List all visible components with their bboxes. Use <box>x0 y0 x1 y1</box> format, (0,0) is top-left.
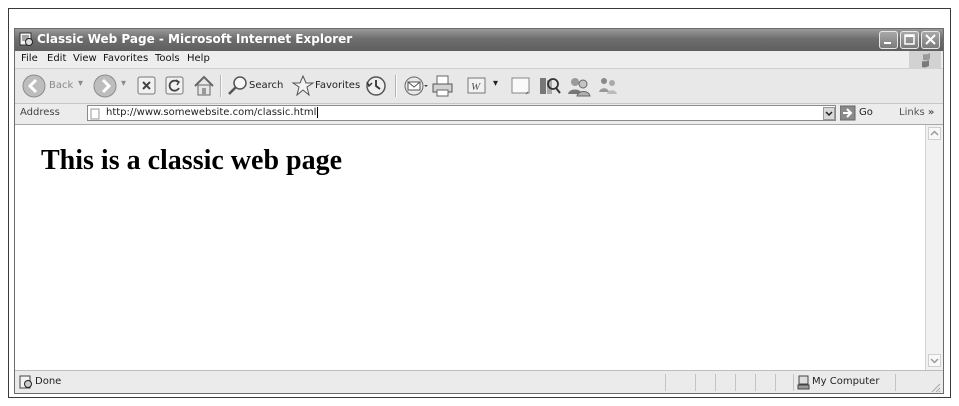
address-bar: Address http://www.somewebsite.com/class… <box>15 104 943 125</box>
back-dropdown-icon[interactable]: ▾ <box>78 78 83 89</box>
toolbar-separator <box>395 75 397 97</box>
forward-icon[interactable] <box>92 73 118 99</box>
contacts-icon[interactable] <box>596 74 622 98</box>
favorites-star-icon[interactable] <box>291 74 315 98</box>
discuss-icon[interactable] <box>511 76 531 96</box>
my-computer-icon <box>797 375 810 390</box>
menu-view[interactable]: View <box>73 53 97 64</box>
security-zone: My Computer <box>812 376 880 387</box>
status-bar: Done My Computer <box>15 370 943 393</box>
status-divider <box>735 374 736 391</box>
title-bar[interactable]: Classic Web Page - Microsoft Internet Ex… <box>15 29 943 51</box>
scroll-down-icon <box>930 358 939 364</box>
status-divider <box>895 374 896 391</box>
search-icon[interactable] <box>227 75 249 97</box>
status-divider <box>715 374 716 391</box>
maximize-icon <box>904 34 915 45</box>
page-heading: This is a classic web page <box>41 145 343 176</box>
minimize-button[interactable] <box>879 31 898 49</box>
address-url[interactable]: http://www.somewebsite.com/classic.html <box>106 107 316 118</box>
scroll-up-icon <box>930 130 939 136</box>
mail-icon[interactable] <box>403 74 429 98</box>
status-divider <box>665 374 666 391</box>
page-content: This is a classic web page <box>15 125 925 370</box>
vertical-scrollbar[interactable] <box>925 125 943 370</box>
status-divider <box>755 374 756 391</box>
refresh-icon[interactable] <box>165 76 185 96</box>
links-label[interactable]: Links <box>899 107 925 118</box>
go-arrow-icon <box>840 105 856 121</box>
edit-dropdown-icon[interactable]: ▾ <box>493 78 498 89</box>
links-toolbar[interactable]: Links » <box>899 107 934 118</box>
chevron-right-icon[interactable]: » <box>928 107 934 118</box>
history-icon[interactable] <box>364 74 388 98</box>
close-button[interactable] <box>921 31 940 49</box>
status-divider <box>775 374 776 391</box>
home-icon[interactable] <box>192 74 216 98</box>
scroll-up-button[interactable] <box>928 127 941 140</box>
search-label[interactable]: Search <box>249 80 283 91</box>
address-label: Address <box>20 107 60 118</box>
address-dropdown-button[interactable] <box>823 107 835 120</box>
stop-icon[interactable] <box>137 76 157 96</box>
status-divider <box>793 374 794 391</box>
window-title: Classic Web Page - Microsoft Internet Ex… <box>37 32 353 46</box>
page-favicon-icon <box>90 108 100 120</box>
menu-bar: File Edit View Favorites Tools Help <box>15 51 943 69</box>
go-label[interactable]: Go <box>859 107 873 118</box>
menu-edit[interactable]: Edit <box>47 53 66 64</box>
minimize-icon <box>884 42 891 44</box>
status-text: Done <box>35 376 62 387</box>
browser-window: Classic Web Page - Microsoft Internet Ex… <box>14 28 944 394</box>
research-icon[interactable] <box>537 74 561 98</box>
back-label[interactable]: Back <box>49 80 73 91</box>
status-divider <box>695 374 696 391</box>
messenger-icon[interactable] <box>566 74 592 98</box>
favorites-label[interactable]: Favorites <box>315 80 360 91</box>
go-button[interactable]: Go <box>840 105 886 122</box>
text-caret <box>317 107 319 118</box>
menu-file[interactable]: File <box>21 53 38 64</box>
chevron-down-icon <box>825 111 833 117</box>
menu-tools[interactable]: Tools <box>155 53 180 64</box>
svg-text:W: W <box>471 81 481 93</box>
ie-page-icon <box>19 32 33 46</box>
windows-logo-icon <box>909 51 941 69</box>
word-edit-icon[interactable]: W <box>467 76 487 96</box>
forward-dropdown-icon[interactable]: ▾ <box>121 78 126 89</box>
scroll-down-button[interactable] <box>928 354 941 367</box>
resize-grip-icon[interactable] <box>929 381 941 393</box>
address-input[interactable]: http://www.somewebsite.com/classic.html <box>87 105 836 121</box>
close-icon <box>925 34 936 45</box>
standard-toolbar: Back ▾ ▾ Search Favorites W ▾ <box>15 69 943 104</box>
print-icon[interactable] <box>431 74 455 98</box>
toolbar-separator <box>220 75 222 97</box>
back-icon[interactable] <box>21 73 47 99</box>
menu-favorites[interactable]: Favorites <box>103 53 148 64</box>
page-done-icon <box>19 375 32 389</box>
menu-help[interactable]: Help <box>187 53 210 64</box>
maximize-button[interactable] <box>900 31 919 49</box>
